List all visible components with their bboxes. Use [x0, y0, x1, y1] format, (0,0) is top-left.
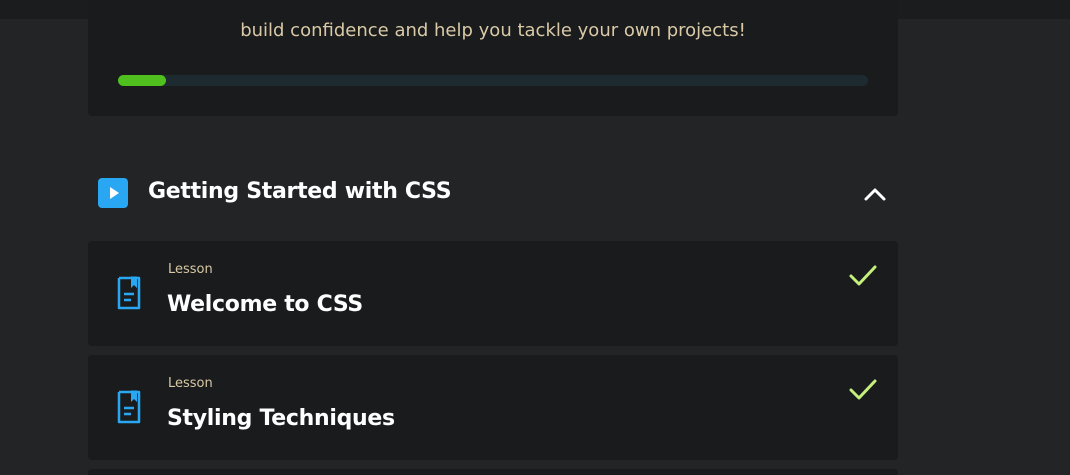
lesson-type-label: Lesson	[168, 262, 213, 277]
lesson-item-welcome-to-css[interactable]: Lesson Welcome to CSS	[88, 241, 898, 346]
section-header-getting-started[interactable]: Getting Started with CSS	[88, 160, 898, 226]
lesson-title[interactable]: Welcome to CSS	[167, 289, 363, 321]
check-icon	[848, 377, 878, 403]
lesson-item-next[interactable]	[88, 469, 898, 475]
course-intro-text: build confidence and help you tackle you…	[240, 20, 746, 41]
document-icon	[114, 389, 144, 425]
course-progress-fill	[118, 75, 166, 86]
chevron-up-icon[interactable]	[860, 182, 890, 204]
lesson-item-styling-techniques[interactable]: Lesson Styling Techniques	[88, 355, 898, 460]
lesson-type-label: Lesson	[168, 376, 213, 391]
course-progress-bar	[118, 75, 868, 86]
course-intro-card: build confidence and help you tackle you…	[88, 0, 898, 116]
lesson-title[interactable]: Styling Techniques	[167, 403, 395, 435]
document-icon	[114, 275, 144, 311]
section-title: Getting Started with CSS	[148, 179, 452, 204]
play-icon	[98, 178, 128, 208]
check-icon	[848, 263, 878, 289]
